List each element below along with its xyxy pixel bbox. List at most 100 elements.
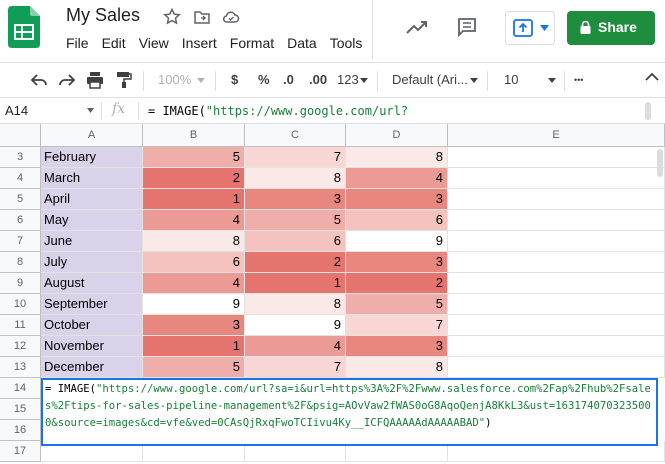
cloud-status-icon[interactable]	[222, 8, 240, 26]
row-header[interactable]: 13	[0, 357, 41, 378]
name-box[interactable]: A14	[5, 103, 28, 118]
empty-cell[interactable]	[448, 189, 665, 210]
value-cell[interactable]: 3	[143, 315, 245, 336]
empty-cell[interactable]	[448, 210, 665, 231]
row-header[interactable]: 15	[0, 399, 41, 420]
value-cell[interactable]: 9	[143, 294, 245, 315]
month-cell[interactable]: September	[41, 294, 143, 315]
empty-cell[interactable]	[448, 231, 665, 252]
value-cell[interactable]: 4	[143, 273, 245, 294]
month-cell[interactable]: August	[41, 273, 143, 294]
row-header[interactable]: 14	[0, 378, 41, 399]
select-all-corner[interactable]	[0, 124, 41, 147]
month-cell[interactable]: July	[41, 252, 143, 273]
row-header[interactable]: 10	[0, 294, 41, 315]
comments-icon[interactable]	[456, 16, 478, 38]
row-header[interactable]: 8	[0, 252, 41, 273]
menu-insert[interactable]: Insert	[182, 35, 217, 51]
empty-cell[interactable]	[448, 294, 665, 315]
value-cell[interactable]: 8	[346, 147, 448, 168]
empty-cell[interactable]	[448, 273, 665, 294]
empty-cell[interactable]	[448, 315, 665, 336]
value-cell[interactable]: 3	[346, 189, 448, 210]
month-cell[interactable]: October	[41, 315, 143, 336]
menu-format[interactable]: Format	[230, 35, 274, 51]
value-cell[interactable]: 4	[346, 168, 448, 189]
increase-decimal-button[interactable]: .00	[309, 72, 327, 87]
value-cell[interactable]: 6	[143, 252, 245, 273]
month-cell[interactable]: March	[41, 168, 143, 189]
activity-trend-icon[interactable]	[405, 17, 429, 37]
column-header-a[interactable]: A	[41, 124, 143, 147]
menu-file[interactable]: File	[66, 35, 89, 51]
month-cell[interactable]: December	[41, 357, 143, 378]
value-cell[interactable]: 3	[245, 189, 346, 210]
value-cell[interactable]: 5	[143, 357, 245, 378]
menu-tools[interactable]: Tools	[330, 35, 363, 51]
share-button[interactable]: Share	[567, 11, 655, 45]
value-cell[interactable]: 2	[346, 273, 448, 294]
formula-scrollbar[interactable]	[645, 102, 651, 120]
move-folder-icon[interactable]	[193, 8, 211, 26]
value-cell[interactable]: 8	[346, 357, 448, 378]
month-cell[interactable]: June	[41, 231, 143, 252]
row-header[interactable]: 5	[0, 189, 41, 210]
value-cell[interactable]: 5	[143, 147, 245, 168]
row-header[interactable]: 7	[0, 231, 41, 252]
row-header[interactable]: 16	[0, 420, 41, 441]
column-header-e[interactable]: E	[448, 124, 665, 147]
more-options-button[interactable]: •••	[574, 75, 583, 85]
column-header-b[interactable]: B	[143, 124, 245, 147]
star-icon[interactable]	[163, 8, 181, 26]
empty-cell[interactable]	[448, 336, 665, 357]
currency-format-button[interactable]: $	[231, 72, 238, 87]
value-cell[interactable]: 5	[245, 210, 346, 231]
more-formats-button[interactable]: 123	[337, 72, 359, 87]
value-cell[interactable]: 3	[346, 252, 448, 273]
cell-a14-formula[interactable]: = IMAGE("https://www.google.com/url?sa=i…	[41, 378, 658, 446]
value-cell[interactable]: 1	[143, 189, 245, 210]
empty-cell[interactable]	[448, 147, 665, 168]
empty-cell[interactable]	[448, 252, 665, 273]
column-header-c[interactable]: C	[245, 124, 346, 147]
value-cell[interactable]: 9	[245, 315, 346, 336]
value-cell[interactable]: 4	[143, 210, 245, 231]
value-cell[interactable]: 1	[143, 336, 245, 357]
value-cell[interactable]: 9	[346, 231, 448, 252]
menu-edit[interactable]: Edit	[102, 35, 126, 51]
row-header[interactable]: 9	[0, 273, 41, 294]
value-cell[interactable]: 8	[245, 168, 346, 189]
value-cell[interactable]: 8	[143, 231, 245, 252]
value-cell[interactable]: 7	[245, 357, 346, 378]
value-cell[interactable]: 7	[245, 147, 346, 168]
undo-icon[interactable]	[30, 72, 48, 88]
chevron-down-icon[interactable]	[87, 108, 94, 113]
value-cell[interactable]: 1	[245, 273, 346, 294]
formula-input[interactable]: = IMAGE("https://www.google.com/url?	[148, 104, 408, 118]
row-header[interactable]: 11	[0, 315, 41, 336]
print-icon[interactable]	[86, 71, 104, 89]
menu-view[interactable]: View	[139, 35, 169, 51]
value-cell[interactable]: 8	[245, 294, 346, 315]
value-cell[interactable]: 2	[143, 168, 245, 189]
month-cell[interactable]: May	[41, 210, 143, 231]
percent-format-button[interactable]: %	[258, 72, 270, 87]
value-cell[interactable]: 2	[245, 252, 346, 273]
vertical-scrollbar[interactable]	[657, 149, 663, 177]
decrease-decimal-button[interactable]: .0	[283, 72, 294, 87]
month-cell[interactable]: February	[41, 147, 143, 168]
month-cell[interactable]: November	[41, 336, 143, 357]
document-title[interactable]: My Sales	[66, 5, 140, 26]
value-cell[interactable]: 4	[245, 336, 346, 357]
value-cell[interactable]: 6	[245, 231, 346, 252]
value-cell[interactable]: 7	[346, 315, 448, 336]
empty-cell[interactable]	[448, 357, 665, 378]
paint-format-icon[interactable]	[116, 71, 132, 89]
row-header[interactable]: 3	[0, 147, 41, 168]
chevron-up-icon[interactable]	[645, 72, 659, 82]
menu-data[interactable]: Data	[287, 35, 317, 51]
font-family-select[interactable]: Default (Ari...	[392, 72, 468, 87]
value-cell[interactable]: 3	[346, 336, 448, 357]
column-header-d[interactable]: D	[346, 124, 448, 147]
row-header[interactable]: 12	[0, 336, 41, 357]
